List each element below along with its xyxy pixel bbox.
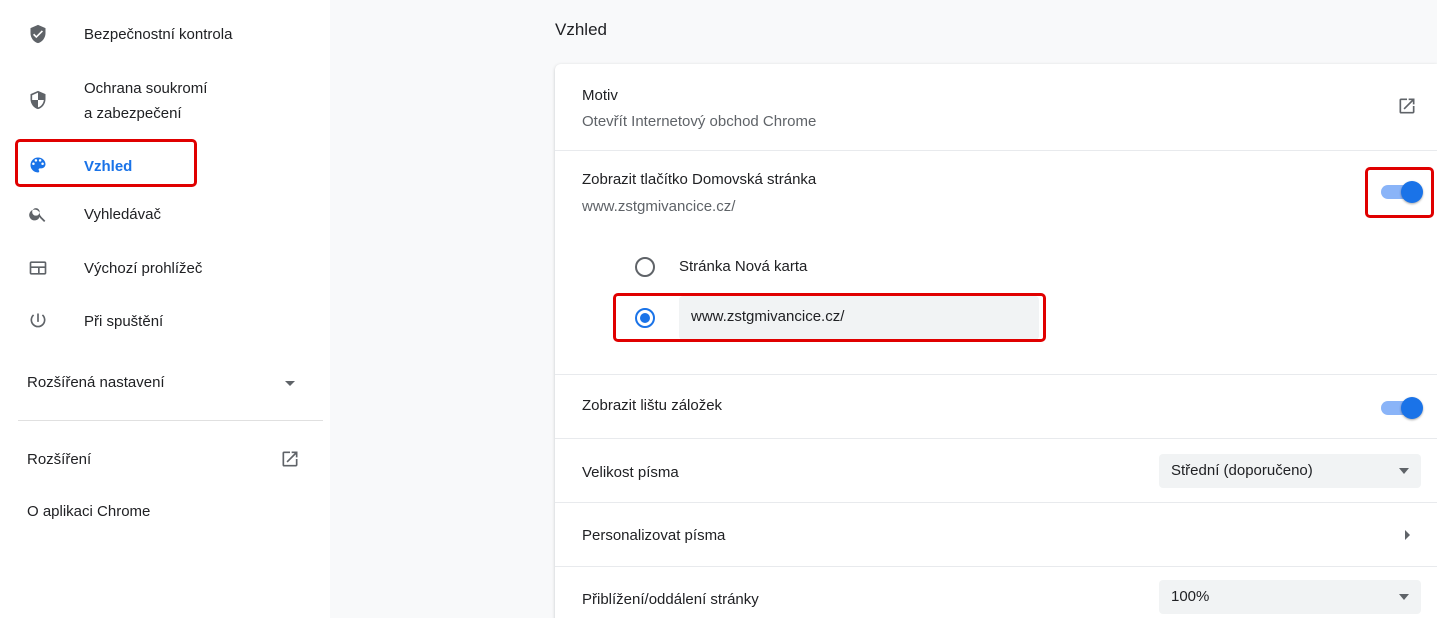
- home-button-title: Zobrazit tlačítko Domovská stránka: [582, 171, 817, 188]
- power-icon: [27, 310, 49, 332]
- advanced-settings-toggle[interactable]: Rozšířená nastavení: [0, 372, 330, 396]
- open-in-new-icon: [280, 449, 300, 474]
- search-icon: [27, 203, 49, 225]
- sidebar-item-about-chrome[interactable]: O aplikaci Chrome: [0, 500, 330, 524]
- shield-icon: [27, 89, 49, 111]
- radio-new-tab-page[interactable]: [635, 257, 655, 277]
- extensions-label: Rozšíření: [27, 451, 92, 468]
- palette-icon: [27, 154, 49, 176]
- sidebar-item-label: Výchozí prohlížeč: [84, 260, 203, 277]
- radio-custom-url[interactable]: [635, 308, 655, 328]
- shield-check-icon: [27, 23, 49, 45]
- sidebar-item-default-browser[interactable]: Výchozí prohlížeč: [0, 256, 330, 280]
- home-button-subtitle: www.zstgmivancice.cz/: [582, 198, 736, 215]
- home-url-input[interactable]: www.zstgmivancice.cz/: [679, 296, 1039, 340]
- sidebar-item-on-startup[interactable]: Při spuštění: [0, 309, 330, 333]
- theme-row[interactable]: Motiv Otevřít Internetový obchod Chrome: [555, 64, 1437, 150]
- home-url-value: www.zstgmivancice.cz/: [691, 308, 845, 325]
- chevron-down-icon: [1399, 468, 1409, 474]
- page-title: Vzhled: [555, 20, 607, 39]
- sidebar-item-search-engine[interactable]: Vyhledávač: [0, 202, 330, 226]
- open-in-new-icon[interactable]: [1397, 96, 1417, 121]
- radio-new-tab-label: Stránka Nová karta: [679, 258, 808, 275]
- sidebar-item-label: Vzhled: [84, 158, 133, 175]
- page-zoom-value: 100%: [1171, 588, 1210, 605]
- theme-title: Motiv: [582, 87, 618, 104]
- sidebar: Bezpečnostní kontrola Ochrana soukromí a…: [0, 0, 330, 618]
- bookmarks-bar-toggle[interactable]: [1379, 395, 1423, 419]
- toggle-knob: [1401, 397, 1423, 419]
- page-zoom-row: Přiblížení/oddálení stránky 100%: [555, 567, 1437, 618]
- sidebar-item-label: Vyhledávač: [84, 206, 161, 223]
- sidebar-item-label-line2: a zabezpečení: [84, 105, 182, 122]
- sidebar-item-label: Při spuštění: [84, 313, 164, 330]
- home-button-row: Zobrazit tlačítko Domovská stránka www.z…: [555, 151, 1437, 374]
- sidebar-item-label: Ochrana soukromí: [84, 80, 208, 97]
- bookmarks-bar-title: Zobrazit lištu záložek: [582, 397, 723, 414]
- font-size-select[interactable]: Střední (doporučeno): [1159, 454, 1421, 488]
- settings-card: Motiv Otevřít Internetový obchod Chrome …: [555, 64, 1437, 618]
- home-button-toggle[interactable]: [1379, 179, 1423, 203]
- customize-fonts-title: Personalizovat písma: [582, 527, 726, 544]
- sidebar-item-label: Bezpečnostní kontrola: [84, 26, 233, 43]
- page-zoom-title: Přiblížení/oddálení stránky: [582, 591, 759, 608]
- page-zoom-select[interactable]: 100%: [1159, 580, 1421, 614]
- toggle-knob: [1401, 181, 1423, 203]
- advanced-settings-label: Rozšířená nastavení: [27, 374, 165, 391]
- chevron-right-icon: [1405, 530, 1410, 540]
- chevron-down-icon: [1399, 594, 1409, 600]
- sidebar-divider: [18, 420, 323, 421]
- chevron-down-icon: [285, 381, 295, 386]
- theme-subtitle: Otevřít Internetový obchod Chrome: [582, 113, 817, 130]
- sidebar-item-safety-check[interactable]: Bezpečnostní kontrola: [0, 22, 330, 46]
- sidebar-item-appearance[interactable]: Vzhled: [0, 154, 330, 178]
- sidebar-item-extensions[interactable]: Rozšíření: [0, 448, 330, 472]
- font-size-title: Velikost písma: [582, 464, 679, 481]
- about-chrome-label: O aplikaci Chrome: [27, 503, 151, 520]
- bookmarks-bar-row[interactable]: Zobrazit lištu záložek: [555, 375, 1437, 438]
- customize-fonts-row[interactable]: Personalizovat písma: [555, 503, 1437, 566]
- font-size-value: Střední (doporučeno): [1171, 462, 1313, 479]
- font-size-row: Velikost písma Střední (doporučeno): [555, 439, 1437, 502]
- sidebar-item-privacy[interactable]: Ochrana soukromí a zabezpečení: [0, 76, 330, 124]
- browser-window-icon: [27, 257, 49, 279]
